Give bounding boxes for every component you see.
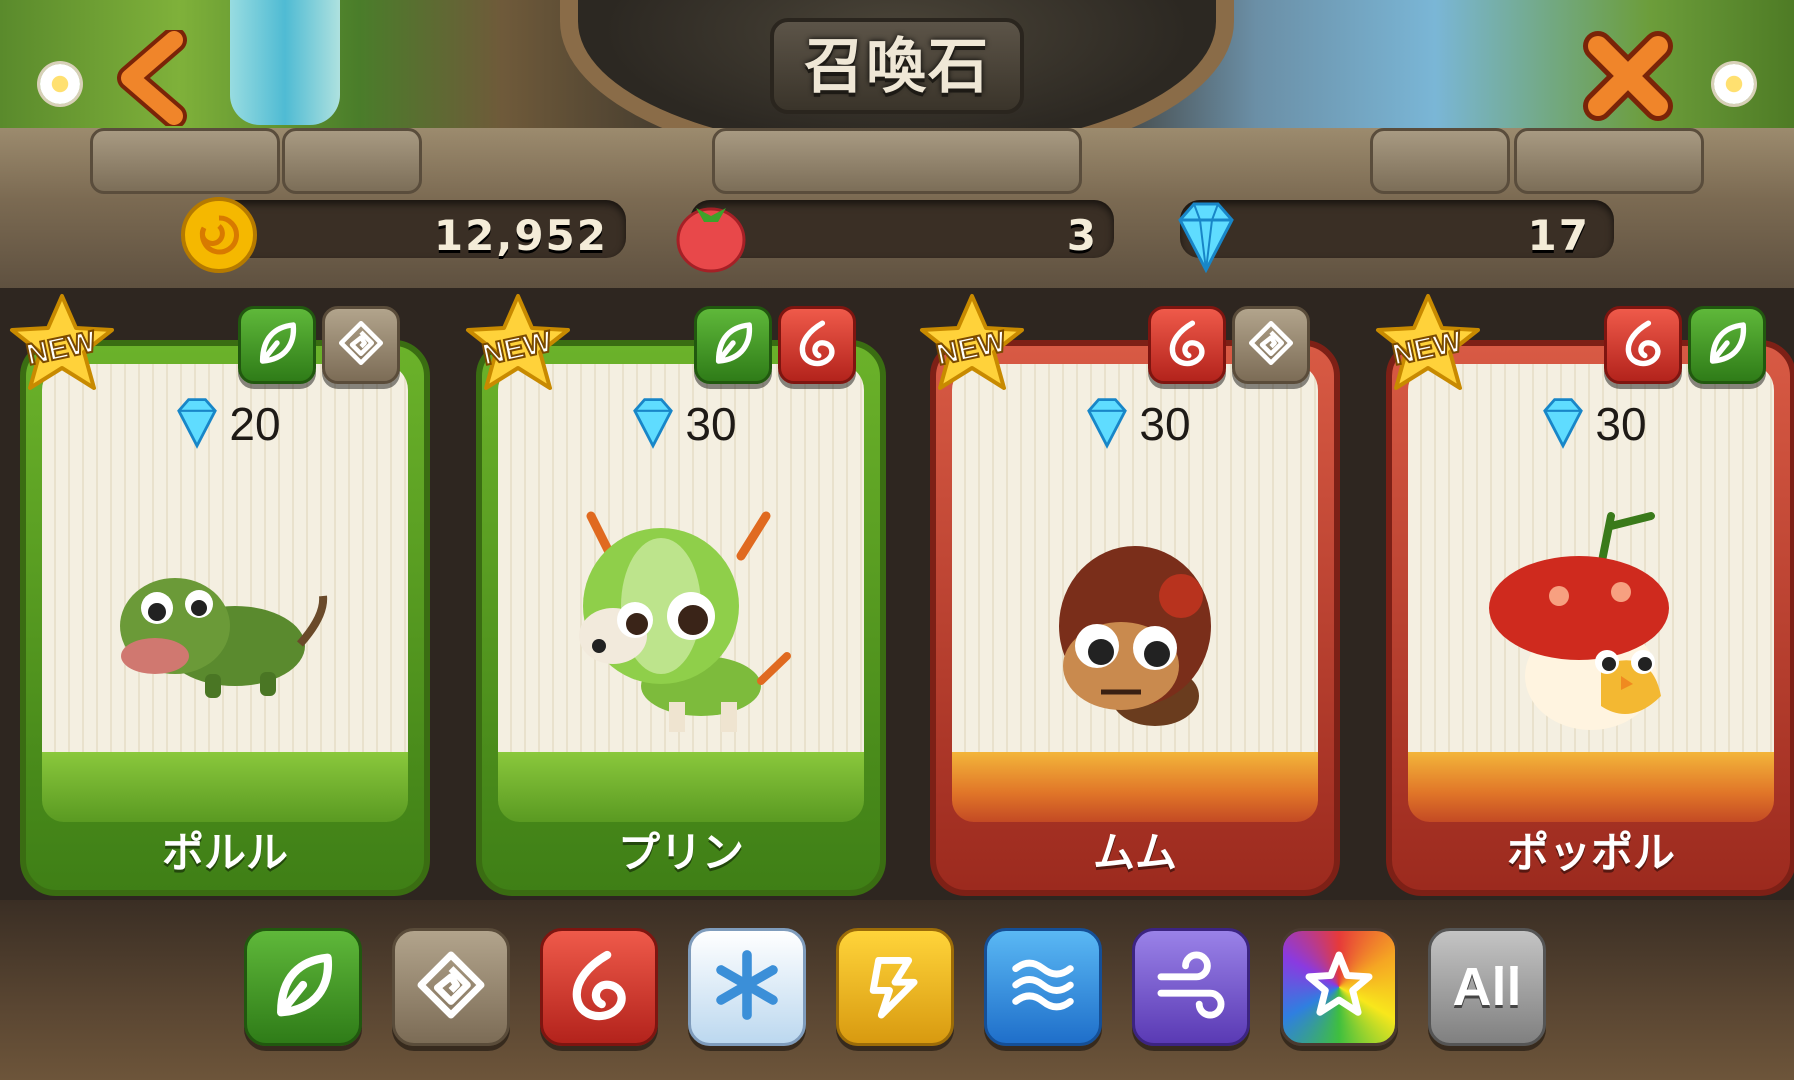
summon-card[interactable]: 20 ポルル — [20, 340, 430, 896]
card-ground — [498, 752, 864, 822]
card-price: 30 — [482, 394, 880, 454]
filter-all-button[interactable]: All — [1428, 928, 1546, 1046]
element-fire-badge — [778, 306, 856, 384]
wall-stone — [90, 128, 280, 194]
card-ground — [952, 752, 1318, 822]
card-ground — [42, 752, 408, 822]
summon-card[interactable]: 30 ムム — [930, 340, 1340, 896]
fire-icon — [1160, 316, 1214, 374]
filter-rainbow-button[interactable] — [1280, 928, 1398, 1046]
gold-amount: 12,952 — [433, 211, 608, 260]
rainbow-star-icon — [1298, 944, 1380, 1030]
new-badge: NEW — [458, 292, 578, 402]
mole-creature-icon — [1005, 496, 1265, 756]
element-earth-badge — [1232, 306, 1310, 384]
new-badge: NEW — [1368, 292, 1488, 402]
fruit-amount: 3 — [1066, 211, 1098, 260]
thunder-bolt-icon — [854, 944, 936, 1030]
diamond-icon — [169, 394, 225, 454]
water-waves-icon — [1002, 944, 1084, 1030]
flower-decoration — [40, 64, 80, 104]
card-name: ポルル — [161, 828, 288, 877]
gem-amount: 17 — [1527, 211, 1590, 260]
card-price: 30 — [936, 394, 1334, 454]
element-leaf-badge — [238, 306, 316, 384]
card-name: プリン — [617, 828, 744, 877]
summon-card[interactable]: 30 プリン — [476, 340, 886, 896]
flower-decoration — [1714, 64, 1754, 104]
filter-all-label: All — [1452, 957, 1522, 1017]
filter-thunder-button[interactable] — [836, 928, 954, 1046]
card-price-value: 20 — [229, 398, 281, 450]
card-name: ポッポル — [1506, 828, 1675, 877]
new-badge: NEW — [912, 292, 1032, 402]
wall-stone — [712, 128, 1082, 194]
wind-swirl-icon — [1150, 944, 1232, 1030]
new-badge: NEW — [2, 292, 122, 402]
gold-coin-icon — [180, 196, 258, 274]
summon-card[interactable]: 30 ポッポル — [1386, 340, 1794, 896]
card-price: 30 — [1392, 394, 1790, 454]
leaf-icon — [250, 316, 304, 374]
leaf-icon — [262, 944, 344, 1030]
filter-fire-button[interactable] — [540, 928, 658, 1046]
diamond-icon — [1166, 196, 1244, 274]
back-button[interactable] — [106, 28, 202, 128]
element-leaf-badge — [694, 306, 772, 384]
ice-snowflake-icon — [706, 944, 788, 1030]
earth-spiral-icon — [1244, 316, 1298, 374]
card-price-value: 30 — [685, 398, 737, 450]
diamond-icon — [1079, 394, 1135, 454]
wall-stone — [282, 128, 422, 194]
card-price-value: 30 — [1139, 398, 1191, 450]
element-fire-badge — [1148, 306, 1226, 384]
waterfall-decoration — [230, 0, 340, 125]
diamond-icon — [625, 394, 681, 454]
element-leaf-badge — [1688, 306, 1766, 384]
element-fire-badge — [1604, 306, 1682, 384]
wall-stone — [1370, 128, 1510, 194]
filter-wind-button[interactable] — [1132, 928, 1250, 1046]
leaf-icon — [706, 316, 760, 374]
element-earth-badge — [322, 306, 400, 384]
card-name: ムム — [1092, 828, 1177, 877]
green-fawn-icon — [551, 496, 811, 756]
fire-icon — [558, 944, 640, 1030]
diamond-icon — [1535, 394, 1591, 454]
filter-earth-button[interactable] — [392, 928, 510, 1046]
card-price: 20 — [26, 394, 424, 454]
fire-icon — [790, 316, 844, 374]
page-title: 召喚石 — [804, 32, 990, 102]
back-arrow-icon — [117, 30, 187, 126]
close-x-icon — [1583, 31, 1673, 121]
strawberry-icon — [672, 196, 750, 274]
filter-leaf-button[interactable] — [244, 928, 362, 1046]
card-ground — [1408, 752, 1774, 822]
filter-ice-button[interactable] — [688, 928, 806, 1046]
card-price-value: 30 — [1595, 398, 1647, 450]
fire-icon — [1616, 316, 1670, 374]
earth-spiral-icon — [334, 316, 388, 374]
filter-water-button[interactable] — [984, 928, 1102, 1046]
green-chameleon-icon — [95, 496, 355, 756]
mushroom-chick-icon — [1461, 496, 1721, 756]
wall-stone — [1514, 128, 1704, 194]
leaf-icon — [1700, 316, 1754, 374]
close-button[interactable] — [1576, 24, 1680, 128]
earth-spiral-icon — [410, 944, 492, 1030]
